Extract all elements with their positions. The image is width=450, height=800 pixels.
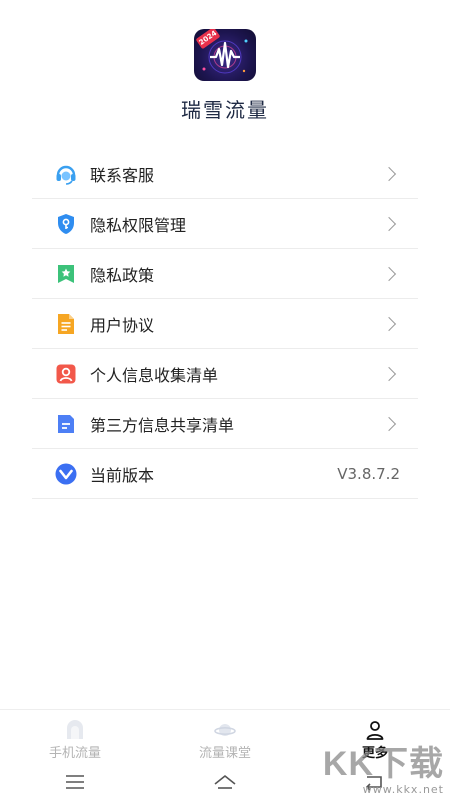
tab-label: 手机流量 bbox=[48, 746, 101, 761]
planet-icon bbox=[214, 724, 236, 736]
menu-item-user-agreement[interactable]: 用户协议 bbox=[32, 299, 418, 349]
chevron-right-icon bbox=[381, 416, 397, 431]
chevron-right-icon bbox=[381, 366, 397, 381]
app-icon: 2024 bbox=[194, 29, 256, 81]
version-value: V3.8.7.2 bbox=[337, 464, 400, 483]
tab-traffic-class[interactable]: 流量课堂 bbox=[150, 710, 300, 764]
menu-item-personal-info-list[interactable]: 个人信息收集清单 bbox=[32, 349, 418, 399]
chevron-right-icon bbox=[381, 166, 397, 181]
app-name: 瑞雪流量 bbox=[181, 98, 269, 122]
menu-item-label: 当前版本 bbox=[90, 465, 155, 485]
phone-traffic-icon bbox=[67, 720, 83, 739]
home-icon bbox=[214, 775, 236, 789]
menu-item-contact-support[interactable]: 联系客服 bbox=[32, 149, 418, 199]
tab-phone-traffic[interactable]: 手机流量 bbox=[0, 710, 150, 764]
watermark: KK下载 www.kkx.net bbox=[323, 736, 444, 796]
chevron-right-icon bbox=[381, 216, 397, 231]
bookmark-star-icon bbox=[58, 264, 74, 283]
shield-key-icon bbox=[58, 213, 74, 234]
menu-item-privacy-permissions[interactable]: 隐私权限管理 bbox=[32, 199, 418, 249]
menu-item-label: 第三方信息共享清单 bbox=[90, 415, 235, 435]
file-lines-icon bbox=[58, 414, 74, 433]
chevron-right-icon bbox=[381, 266, 397, 281]
watermark-text: KK下载 bbox=[322, 745, 444, 783]
system-menu-button[interactable] bbox=[0, 764, 150, 800]
system-home-button[interactable] bbox=[150, 764, 300, 800]
menu-item-privacy-policy[interactable]: 隐私政策 bbox=[32, 249, 418, 299]
menu-item-label: 用户协议 bbox=[90, 315, 155, 335]
app-header: 2024 瑞雪流量 bbox=[0, 0, 450, 135]
menu-icon bbox=[66, 775, 84, 789]
chevron-v-icon bbox=[55, 463, 77, 484]
menu-item-label: 隐私权限管理 bbox=[90, 215, 187, 235]
screen: 2024 瑞雪流量 联系客服 隐私权限管理 隐私政策 用户协议 个人信息收集清单… bbox=[0, 0, 450, 800]
menu-item-label: 个人信息收集清单 bbox=[90, 365, 219, 385]
menu-item-third-party-sharing[interactable]: 第三方信息共享清单 bbox=[32, 399, 418, 449]
person-icon bbox=[56, 364, 76, 383]
menu-list: 联系客服 隐私权限管理 隐私政策 用户协议 个人信息收集清单 第三方信息共享清单… bbox=[32, 149, 418, 499]
tab-label: 流量课堂 bbox=[198, 746, 251, 761]
menu-item-label: 隐私政策 bbox=[90, 265, 155, 285]
chevron-right-icon bbox=[381, 316, 397, 331]
document-icon bbox=[58, 313, 74, 334]
menu-item-label: 联系客服 bbox=[90, 165, 155, 185]
menu-item-current-version[interactable]: 当前版本 V3.8.7.2 bbox=[32, 449, 418, 499]
headset-icon bbox=[56, 165, 76, 185]
